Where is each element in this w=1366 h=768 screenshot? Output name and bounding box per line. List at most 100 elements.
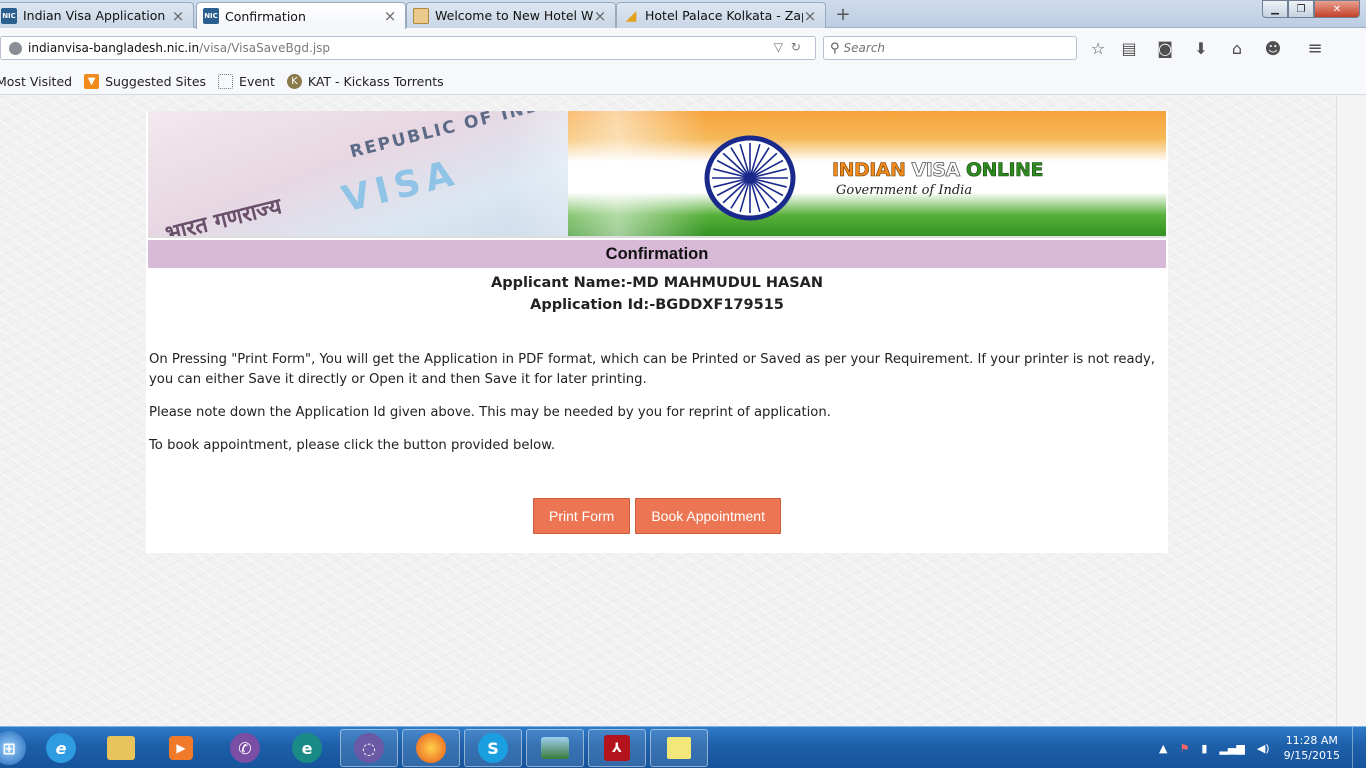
- clock-date: 9/15/2015: [1283, 749, 1340, 762]
- zap-icon: ◢: [625, 7, 637, 24]
- bookmark-label: Suggested Sites: [105, 73, 207, 89]
- close-tab-icon[interactable]: ×: [593, 7, 607, 25]
- url-path: /visa/VisaSaveBgd.jsp: [199, 41, 331, 55]
- home-icon[interactable]: ⌂: [1226, 37, 1248, 59]
- skype-icon: S: [478, 733, 508, 763]
- note-application-id: Please note down the Application Id give…: [149, 405, 831, 420]
- applicant-name: Applicant Name:-MD MAHMUDUL HASAN: [490, 275, 824, 291]
- taskbar-skype[interactable]: S: [464, 729, 522, 767]
- tab-indian-visa-application[interactable]: NIC Indian Visa Application ×: [0, 2, 194, 28]
- close-tab-icon[interactable]: ×: [383, 7, 397, 25]
- action-buttons: Print Form Book Appointment: [146, 498, 1168, 534]
- download-icon[interactable]: ⬇: [1190, 37, 1212, 59]
- windows-start-icon: ⊞: [0, 731, 26, 765]
- system-tray: ▲ ⚑ ▮ ▂▄▆ ◀) 11:28 AM 9/15/2015: [1153, 727, 1366, 768]
- logo-online: ONLINE: [965, 159, 1044, 182]
- bookmark-star-icon[interactable]: ☆: [1087, 37, 1109, 59]
- close-tab-icon[interactable]: ×: [171, 7, 185, 25]
- tab-label: Confirmation: [225, 8, 306, 24]
- book-appointment-button[interactable]: Book Appointment: [635, 498, 781, 534]
- new-tab-button[interactable]: +: [830, 3, 856, 25]
- print-form-button[interactable]: Print Form: [533, 498, 631, 534]
- url-bar[interactable]: indianvisa-bangladesh.nic.in/visa/VisaSa…: [0, 36, 816, 60]
- url-host: indianvisa-bangladesh.nic.in: [28, 41, 200, 55]
- book-appointment-instructions: To book appointment, please click the bu…: [149, 438, 556, 453]
- system-clock[interactable]: 11:28 AM 9/15/2015: [1284, 733, 1340, 763]
- window-controls: ▁ ❐ ✕: [1262, 0, 1360, 18]
- logo-visa: VISA: [911, 159, 966, 182]
- bookmark-label: Event: [239, 73, 275, 89]
- viber-icon: ✆: [230, 733, 260, 763]
- taskbar-bittorrent[interactable]: ◌: [340, 729, 398, 767]
- close-tab-icon[interactable]: ×: [803, 7, 817, 25]
- tab-label: Hotel Palace Kolkata - Zap...: [645, 8, 803, 23]
- menu-icon[interactable]: ≡: [1304, 37, 1326, 59]
- internet-explorer-icon: e: [46, 733, 76, 763]
- search-icon: ⚲: [830, 40, 840, 56]
- hindi-text: भारत गणराज्य: [162, 194, 285, 238]
- logo-indian: INDIAN: [832, 159, 912, 182]
- battery-icon[interactable]: ▮: [1201, 742, 1207, 755]
- taskbar-viber[interactable]: ✆: [216, 729, 274, 767]
- indian-visa-online-banner: VISA REPUBLIC OF INDIA भारत गणराज्य INDI…: [148, 111, 1166, 238]
- taskbar-file-explorer[interactable]: [92, 729, 150, 767]
- bookmark-label: KAT - Kickass Torrents: [307, 73, 444, 89]
- vertical-scrollbar[interactable]: [1336, 96, 1366, 726]
- tray-expand-icon[interactable]: ▲: [1159, 742, 1167, 755]
- network-icon[interactable]: ▂▄▆: [1219, 742, 1244, 755]
- close-window-button[interactable]: ✕: [1314, 0, 1360, 18]
- globe-icon: [9, 41, 22, 55]
- application-id: Application Id:-BGDDXF179515: [530, 297, 784, 313]
- event-icon: [218, 73, 234, 89]
- taskbar-media-player[interactable]: ▶: [152, 729, 210, 767]
- taskbar-adobe-reader[interactable]: ⅄: [588, 729, 646, 767]
- bookmark-most-visited[interactable]: Most Visited: [0, 74, 72, 89]
- volume-icon[interactable]: ◀): [1257, 742, 1270, 755]
- tab-confirmation[interactable]: NIC Confirmation ×: [196, 2, 406, 29]
- tab-new-hotel[interactable]: Welcome to New Hotel W... ×: [406, 2, 616, 28]
- maximize-button[interactable]: ❐: [1288, 0, 1314, 18]
- confirmation-container: VISA REPUBLIC OF INDIA भारत गणराज्य INDI…: [146, 111, 1168, 553]
- media-player-icon: ▶: [169, 736, 193, 760]
- ashoka-chakra-icon: [704, 135, 796, 221]
- indian-visa-online-logo: INDIAN VISA ONLINE: [832, 159, 1044, 182]
- photo-viewer-icon: [541, 737, 569, 759]
- search-input[interactable]: [843, 41, 1054, 55]
- taskbar-firefox[interactable]: [402, 729, 460, 767]
- chat-icon[interactable]: ☻: [1262, 37, 1284, 59]
- action-center-icon[interactable]: ⚑: [1180, 742, 1190, 755]
- sticky-notes-icon: [667, 737, 691, 759]
- visa-watermark: VISA: [338, 152, 464, 221]
- government-of-india-text: Government of India: [836, 183, 973, 198]
- minimize-button[interactable]: ▁: [1262, 0, 1288, 18]
- kat-icon: K: [286, 73, 302, 89]
- search-box[interactable]: ⚲: [823, 36, 1077, 60]
- nic-icon: NIC: [1, 7, 17, 24]
- bookmark-event[interactable]: Event: [218, 73, 275, 89]
- navigation-bar: indianvisa-bangladesh.nic.in/visa/VisaSa…: [0, 28, 1366, 68]
- firefox-icon: [416, 733, 446, 763]
- folder-icon: [107, 736, 135, 760]
- page-background: VISA REPUBLIC OF INDIA भारत गणराज्य INDI…: [0, 96, 1336, 726]
- suggested-sites-icon: ▼: [84, 73, 100, 89]
- tab-label: Welcome to New Hotel W...: [435, 8, 593, 23]
- page-title: Confirmation: [148, 240, 1166, 268]
- tab-label: Indian Visa Application: [23, 8, 166, 23]
- bookmark-label: Most Visited: [0, 73, 73, 89]
- taskbar-sticky-notes[interactable]: [650, 729, 708, 767]
- tab-hotel-palace[interactable]: ◢ Hotel Palace Kolkata - Zap... ×: [616, 2, 826, 28]
- url-dropdown-reload-icons[interactable]: ▽↻: [774, 40, 809, 54]
- taskbar-internet-explorer[interactable]: e: [32, 729, 90, 767]
- applicant-details: Applicant Name:-MD MAHMUDUL HASAN Applic…: [146, 272, 1168, 316]
- banner-blend: [508, 111, 708, 236]
- bittorrent-icon: ◌: [354, 733, 384, 763]
- taskbar-photo-viewer[interactable]: [526, 729, 584, 767]
- show-desktop-button[interactable]: [1352, 727, 1366, 768]
- pocket-icon[interactable]: ◙: [1154, 37, 1176, 59]
- bookmark-kat[interactable]: K KAT - Kickass Torrents: [286, 73, 444, 89]
- bookmarks-list-icon[interactable]: ▤: [1118, 37, 1140, 59]
- bookmark-suggested-sites[interactable]: ▼ Suggested Sites: [84, 73, 207, 89]
- print-instructions: On Pressing "Print Form", You will get t…: [149, 352, 1155, 387]
- taskbar-eset[interactable]: e: [278, 729, 336, 767]
- nic-icon: NIC: [203, 8, 219, 24]
